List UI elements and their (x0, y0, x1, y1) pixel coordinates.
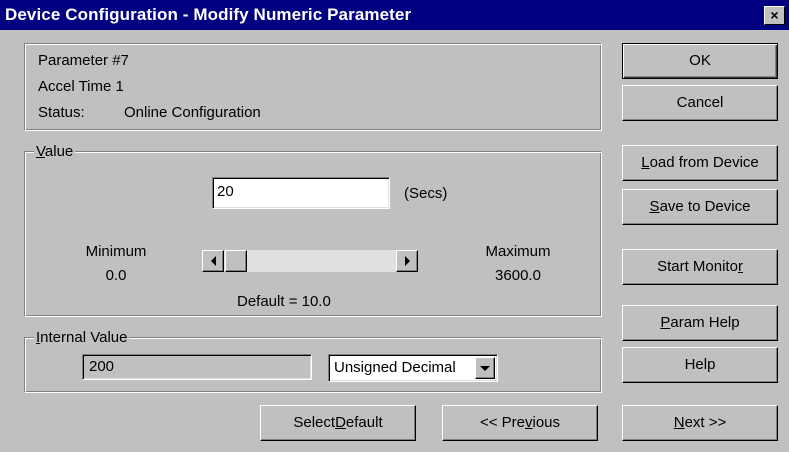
load-from-device-button[interactable]: Load from Device (622, 145, 778, 181)
start-monitor-button[interactable]: Start Monitor (622, 249, 778, 285)
help-button[interactable]: Help (622, 347, 778, 383)
close-button[interactable]: × (764, 6, 785, 25)
value-input[interactable]: 20 (212, 177, 390, 209)
status-value: Online Configuration (124, 104, 261, 121)
units-label: (Secs) (404, 185, 448, 202)
cancel-button[interactable]: Cancel (622, 85, 778, 121)
slider-right-button[interactable] (396, 250, 418, 272)
format-selected-value: Unsigned Decimal (334, 359, 456, 376)
status-label: Status: (38, 104, 85, 121)
value-slider[interactable] (202, 250, 418, 272)
next-button[interactable]: Next >> (622, 405, 778, 441)
slider-thumb[interactable] (224, 250, 247, 272)
value-group-legend: Value (34, 143, 76, 160)
previous-button[interactable]: << Previous (442, 405, 598, 441)
arrow-right-icon (405, 256, 410, 266)
ok-button[interactable]: OK (622, 43, 778, 79)
slider-left-button[interactable] (202, 250, 224, 272)
minimum-value: 0.0 (105, 267, 127, 284)
default-value-text: Default = 10.0 (237, 293, 331, 310)
param-help-button[interactable]: Param Help (622, 305, 778, 341)
parameter-name: Accel Time 1 (38, 78, 124, 95)
internal-value-legend: Internal Value (34, 329, 130, 346)
title-bar: Device Configuration - Modify Numeric Pa… (0, 0, 789, 30)
save-to-device-button[interactable]: Save to Device (622, 189, 778, 225)
internal-value-field: 200 (82, 354, 312, 380)
select-default-button[interactable]: Select Default (260, 405, 416, 441)
close-icon: × (770, 7, 779, 23)
chevron-down-icon (480, 366, 490, 371)
format-select[interactable]: Unsigned Decimal (328, 354, 498, 382)
minimum-label: Minimum (85, 243, 147, 260)
maximum-value: 3600.0 (495, 267, 541, 284)
parameter-number: Parameter #7 (38, 52, 129, 69)
window-title: Device Configuration - Modify Numeric Pa… (5, 5, 412, 24)
format-dropdown-button[interactable] (475, 357, 495, 379)
arrow-left-icon (211, 256, 216, 266)
maximum-label: Maximum (485, 243, 551, 260)
